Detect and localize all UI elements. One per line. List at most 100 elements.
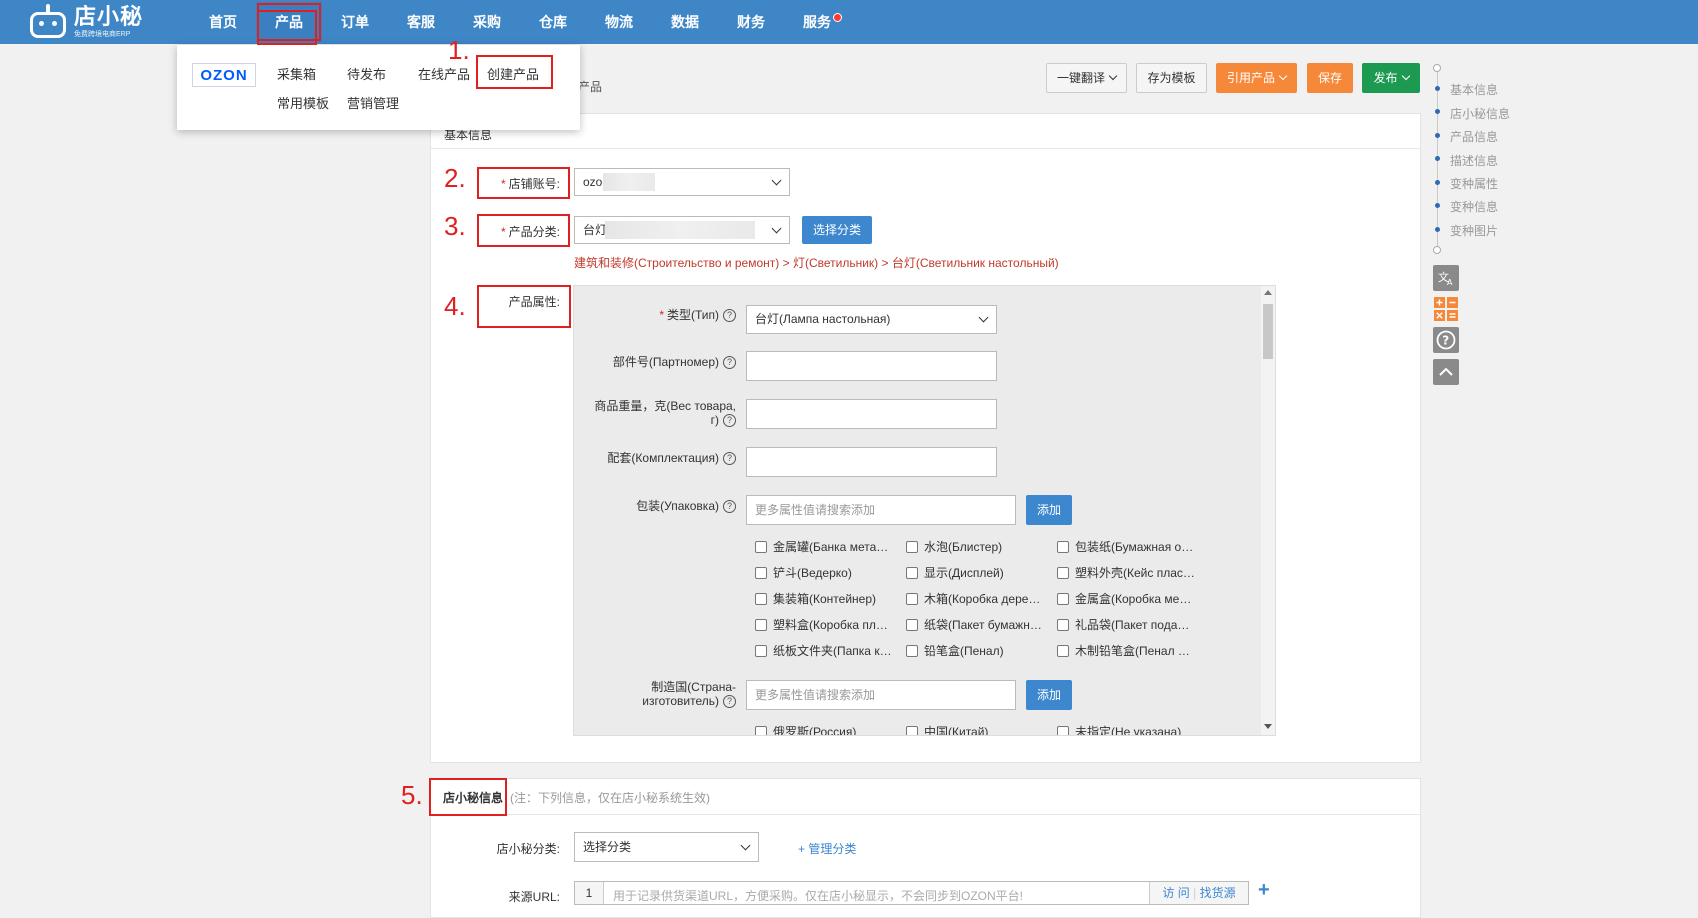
translate-button[interactable]: 一键翻译 (1046, 63, 1127, 93)
packaging-option[interactable]: 木箱(Коробка дере… (906, 590, 1040, 607)
nav-finance[interactable]: 财务 (718, 0, 784, 44)
toc-variant-attrs[interactable]: 变种属性 (1450, 175, 1498, 192)
option-label: 铅笔盒(Пенал) (924, 644, 1004, 658)
choose-category-button[interactable]: 选择分类 (802, 216, 872, 244)
nav-warehouse[interactable]: 仓库 (520, 0, 586, 44)
help-icon[interactable]: ? (723, 356, 736, 370)
checkbox[interactable] (1057, 540, 1069, 553)
source-url-label: 来源URL: (508, 890, 560, 904)
packaging-option[interactable]: 塑料盒(Коробка пл… (755, 616, 888, 633)
checkbox[interactable] (906, 592, 918, 605)
help-icon[interactable]: ? (723, 695, 736, 709)
type-select[interactable]: 台灯(Лампа настольная) (746, 305, 997, 334)
toc-variant-images[interactable]: 变种图片 (1450, 222, 1498, 239)
packaging-option[interactable]: 纸板文件夹(Папка к… (755, 642, 892, 659)
checkbox[interactable] (755, 540, 767, 553)
packaging-option[interactable]: 水泡(Блистер) (906, 538, 1002, 555)
checkbox[interactable] (1057, 725, 1069, 735)
country-search-input[interactable]: 更多属性值请搜索添加 (746, 680, 1016, 710)
translate-icon[interactable]: 文A (1433, 265, 1459, 291)
kit-input[interactable] (746, 447, 997, 477)
checkbox[interactable] (906, 644, 918, 657)
quote-product-button[interactable]: 引用产品 (1216, 63, 1297, 93)
menu-pending-publish[interactable]: 待发布 (347, 64, 386, 83)
checkbox[interactable] (906, 566, 918, 579)
scroll-down-icon[interactable] (1264, 724, 1272, 729)
checkbox[interactable] (906, 540, 918, 553)
visit-link[interactable]: 访 问 (1162, 886, 1189, 900)
toc-dot (1435, 227, 1440, 232)
help-circle-icon[interactable]: ? (1433, 327, 1459, 353)
toc-variant-info[interactable]: 变种信息 (1450, 198, 1498, 215)
checkbox[interactable] (1057, 644, 1069, 657)
source-url-input[interactable]: 用于记录供货渠道URL，方便采购。仅在店小秘显示，不会同步到OZON平台! (613, 887, 1023, 904)
save-template-button[interactable]: 存为模板 (1136, 63, 1207, 93)
packaging-option[interactable]: 木制铅笔盒(Пенал … (1057, 642, 1190, 659)
checkbox[interactable] (755, 725, 767, 735)
menu-common-templates[interactable]: 常用模板 (277, 93, 329, 112)
shop-account-select[interactable]: ozo (574, 168, 790, 196)
packaging-option[interactable]: 包装纸(Бумажная о… (1057, 538, 1193, 555)
scroll-thumb[interactable] (1263, 304, 1273, 359)
help-icon[interactable]: ? (723, 414, 736, 428)
calculator-icon[interactable] (1433, 296, 1459, 322)
country-option[interactable]: 未指定(Не указана) (1057, 723, 1181, 735)
brand-logo[interactable]: 店小秘 免费跨境电商ERP (26, 2, 143, 42)
toc-basic-info[interactable]: 基本信息 (1450, 81, 1498, 98)
nav-logistics[interactable]: 物流 (586, 0, 652, 44)
checkbox[interactable] (1057, 618, 1069, 631)
packaging-option[interactable]: 塑料外壳(Кейс плас… (1057, 564, 1195, 581)
menu-online-products[interactable]: 在线产品 (418, 64, 470, 83)
nav-services[interactable]: 服务 (784, 0, 850, 44)
chevron-down-icon (1401, 71, 1410, 81)
attributes-scrollbar[interactable] (1261, 286, 1275, 735)
help-icon[interactable]: ? (723, 500, 736, 514)
help-icon[interactable]: ? (723, 452, 736, 466)
ozon-logo[interactable]: OZON (192, 63, 256, 87)
save-button[interactable]: 保存 (1307, 63, 1353, 93)
checkbox[interactable] (755, 566, 767, 579)
part-number-input[interactable] (746, 351, 997, 381)
toc-dxm-info[interactable]: 店小秘信息 (1450, 105, 1510, 122)
toc-start-icon (1433, 64, 1441, 72)
weight-input[interactable] (746, 399, 997, 429)
packaging-option[interactable]: 铅笔盒(Пенал) (906, 642, 1004, 659)
checkbox[interactable] (755, 592, 767, 605)
country-option[interactable]: 俄罗斯(Россия) (755, 723, 856, 735)
packaging-option[interactable]: 集装箱(Контейнер) (755, 590, 876, 607)
toc-description[interactable]: 描述信息 (1450, 152, 1498, 169)
packaging-search-input[interactable]: 更多属性值请搜索添加 (746, 495, 1016, 525)
packaging-option[interactable]: 显示(Дисплей) (906, 564, 1004, 581)
packaging-add-button[interactable]: 添加 (1026, 495, 1072, 525)
find-source-link[interactable]: 找货源 (1200, 886, 1236, 900)
packaging-option[interactable]: 金属罐(Банка мета… (755, 538, 888, 555)
nav-data[interactable]: 数据 (652, 0, 718, 44)
back-to-top-icon[interactable] (1433, 359, 1459, 385)
checkbox[interactable] (906, 618, 918, 631)
nav-orders[interactable]: 订单 (322, 0, 388, 44)
checkbox[interactable] (755, 644, 767, 657)
checkbox[interactable] (1057, 566, 1069, 579)
breadcrumb: 产品 (578, 80, 603, 94)
nav-service[interactable]: 客服 (388, 0, 454, 44)
scroll-up-icon[interactable] (1264, 290, 1272, 295)
checkbox[interactable] (1057, 592, 1069, 605)
toc-product-info[interactable]: 产品信息 (1450, 128, 1498, 145)
menu-marketing[interactable]: 营销管理 (347, 93, 399, 112)
checkbox[interactable] (755, 618, 767, 631)
manage-category-link[interactable]: + 管理分类 (798, 840, 856, 857)
country-add-button[interactable]: 添加 (1026, 680, 1072, 710)
help-icon[interactable]: ? (723, 309, 736, 323)
country-option[interactable]: 中国(Китай) (906, 723, 988, 735)
menu-collect-box[interactable]: 采集箱 (277, 64, 316, 83)
checkbox[interactable] (906, 725, 918, 735)
packaging-option[interactable]: 金属盒(Коробка ме… (1057, 590, 1191, 607)
add-url-button[interactable]: + (1258, 879, 1270, 902)
packaging-option[interactable]: 纸袋(Пакет бумажн… (906, 616, 1042, 633)
dxm-category-select[interactable]: 选择分类 (574, 832, 759, 862)
nav-home[interactable]: 首页 (190, 0, 256, 44)
packaging-option[interactable]: 铲斗(Ведерко) (755, 564, 852, 581)
packaging-option[interactable]: 礼品袋(Пакет пода… (1057, 616, 1189, 633)
publish-button[interactable]: 发布 (1362, 63, 1420, 93)
category-select[interactable]: 台灯 (574, 216, 790, 244)
